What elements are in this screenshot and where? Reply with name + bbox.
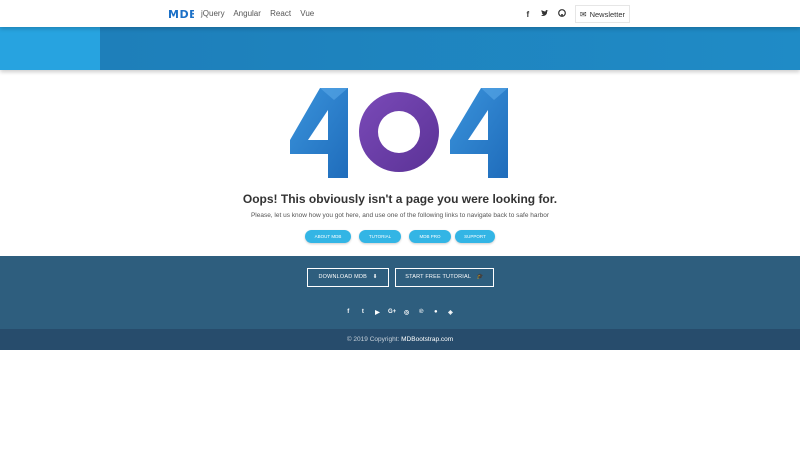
pinterest-icon[interactable]: ℗ (414, 309, 429, 316)
google-plus-icon[interactable]: G+ (385, 309, 400, 316)
newsletter-label: Newsletter (589, 9, 625, 19)
copyright-text: © 2019 Copyright: (346, 336, 400, 343)
nav-right: f ✉ Newsletter (518, 5, 630, 23)
nav-links: jQuery Angular React Vue (201, 9, 321, 18)
mdb-logo-mark: MDB (168, 8, 194, 21)
mdb-pro-button[interactable]: MDB PRO (409, 230, 451, 243)
footer-social-icons: f t ▶ G+ ◎ ℗ ● ◈ (341, 309, 458, 316)
nav-link-vue[interactable]: Vue (300, 9, 314, 18)
footer: DOWNLOAD MDB ⬇ START FREE TUTORIAL 🎓 f t… (0, 256, 800, 329)
error-code-graphic (290, 88, 508, 178)
hero-accent (0, 27, 100, 70)
facebook-icon[interactable]: f (341, 309, 356, 316)
error-subtitle: Please, let us know how you got here, an… (250, 212, 550, 219)
support-button[interactable]: SUPPORT (455, 230, 495, 243)
nav-link-angular[interactable]: Angular (233, 9, 261, 18)
twitter-icon[interactable]: t (356, 309, 371, 316)
dribbble-icon[interactable]: ◎ (399, 309, 414, 316)
copyright-link[interactable]: MDBootstrap.com (401, 336, 453, 343)
svg-text:MDB: MDB (168, 8, 194, 21)
github-icon[interactable]: ● (429, 309, 444, 316)
digit-four-right (450, 88, 508, 178)
error-title: Oops! This obviously isn't a page you we… (242, 192, 558, 206)
mdb-logo[interactable]: MDB (168, 7, 194, 24)
copyright-bar: © 2019 Copyright: MDBootstrap.com (0, 329, 800, 350)
twitter-icon[interactable] (538, 9, 552, 19)
download-label: DOWNLOAD MDB (318, 274, 367, 280)
hero-band (0, 27, 800, 70)
envelope-icon: ✉ (579, 9, 587, 19)
nav-link-react[interactable]: React (270, 9, 291, 18)
download-mdb-button[interactable]: DOWNLOAD MDB ⬇ (307, 268, 389, 287)
github-icon[interactable] (555, 9, 569, 19)
digit-zero (359, 92, 439, 172)
about-mdb-button[interactable]: ABOUT MDB (305, 230, 351, 243)
youtube-icon[interactable]: ▶ (370, 309, 385, 316)
newsletter-button[interactable]: ✉ Newsletter (574, 5, 630, 23)
start-free-tutorial-button[interactable]: START FREE TUTORIAL 🎓 (395, 268, 494, 287)
facebook-icon[interactable]: f (521, 10, 535, 19)
digit-four-left (290, 88, 348, 178)
tutorial-button[interactable]: TUTORIAL (359, 230, 401, 243)
tutorial-label: START FREE TUTORIAL (405, 274, 471, 280)
navbar: MDB jQuery Angular React Vue f ✉ Newslet… (0, 0, 800, 27)
nav-link-jquery[interactable]: jQuery (201, 9, 225, 18)
graduation-cap-icon: 🎓 (476, 274, 484, 280)
download-icon: ⬇ (372, 274, 378, 280)
codepen-icon[interactable]: ◈ (443, 309, 458, 316)
